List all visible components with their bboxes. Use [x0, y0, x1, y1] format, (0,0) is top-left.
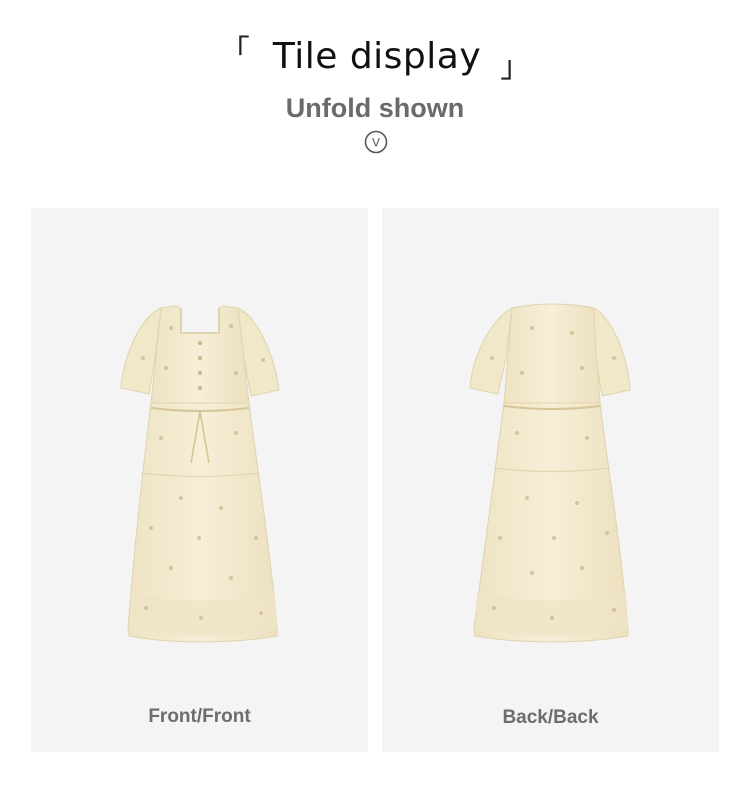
caption-front: Front/Front	[148, 706, 251, 727]
page-title: Tile display	[272, 35, 482, 77]
dress-back-image	[469, 303, 631, 643]
bracket-left: 「	[219, 34, 250, 69]
chevron-circle-down-icon[interactable]: V	[364, 130, 388, 154]
title-row: 「 Tile display 」	[0, 34, 750, 85]
header: 「 Tile display 」 Unfold shown V	[0, 0, 750, 170]
product-image-front: Front/Front	[31, 208, 368, 752]
subtitle: Unfold shown	[285, 93, 465, 123]
unfold-glyph: V	[372, 136, 380, 150]
bracket-right: 」	[500, 50, 531, 85]
product-image-back: Back/Back	[382, 208, 719, 752]
caption-back: Back/Back	[502, 707, 599, 728]
dress-front-image	[120, 305, 280, 643]
